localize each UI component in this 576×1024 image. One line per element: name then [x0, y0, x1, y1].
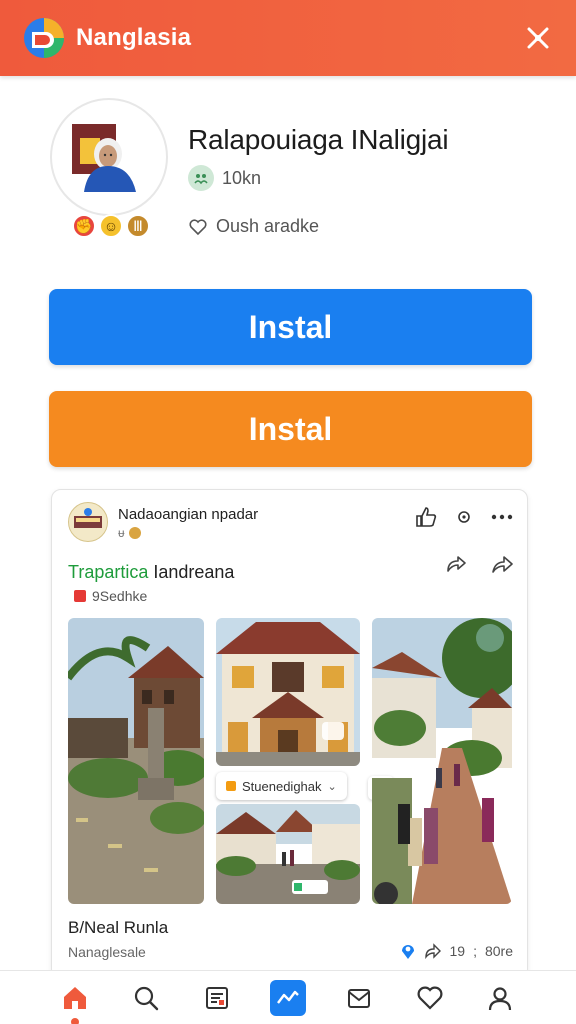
post-card: Nadaoangian npadar ᵾ Trapartica Iandrean… — [51, 489, 528, 979]
home-icon — [64, 986, 87, 1009]
post-tag[interactable]: 9Sedhke — [74, 588, 147, 604]
activity-icon — [276, 990, 299, 1004]
globe-icon — [128, 527, 141, 539]
followers-row: 10kn — [188, 165, 261, 191]
nav-search[interactable] — [128, 980, 164, 1016]
post-meta: ᵾ — [118, 526, 141, 540]
photo-label-chip[interactable]: Stuenedighak ⌄ — [216, 772, 347, 800]
post-photo-2[interactable] — [216, 618, 360, 766]
reaction-list: ✊ ☺ Ⅲ — [72, 214, 150, 238]
settings-small-icon[interactable] — [451, 504, 477, 530]
tag-icon — [74, 590, 86, 602]
post-stats: 19 ; 80re — [400, 942, 513, 960]
badge-icon[interactable]: Ⅲ — [126, 214, 150, 238]
followers-icon — [188, 165, 214, 191]
inbox-icon — [347, 988, 370, 1008]
nav-home[interactable] — [57, 980, 93, 1024]
laugh-icon[interactable]: ☺ — [99, 214, 123, 238]
search-icon — [135, 986, 159, 1010]
avatar-image — [72, 124, 136, 192]
heart-outline-icon — [189, 218, 207, 235]
stats-count-b: 80re — [484, 943, 513, 959]
post-photo-4[interactable] — [372, 618, 512, 904]
location-text: Oush aradke — [216, 216, 320, 236]
post-photo-1[interactable] — [68, 618, 204, 904]
post-title-highlight: Trapartica — [68, 562, 149, 582]
profile-icon — [489, 986, 512, 1010]
followers-count: 10kn — [222, 167, 262, 188]
chip-icon — [226, 781, 236, 791]
nav-profile[interactable] — [482, 980, 518, 1016]
chevron-down-icon: ⌄ — [327, 780, 337, 793]
bottom-nav — [0, 970, 576, 1024]
app-header: Nanglasia — [0, 0, 576, 76]
location-row: Oush aradke — [188, 216, 319, 237]
post-tag-text: 9Sedhke — [92, 588, 148, 604]
nav-favorites[interactable] — [412, 980, 448, 1016]
photo-overlay-badge — [322, 722, 344, 740]
nav-feed[interactable] — [199, 980, 235, 1016]
more-icon[interactable] — [489, 504, 515, 530]
chip-label: Stuenedighak — [242, 778, 322, 794]
post-meta-text: ᵾ — [118, 526, 125, 540]
stats-separator: ; — [473, 943, 477, 959]
angry-icon[interactable]: ✊ — [72, 214, 96, 238]
share-icon[interactable] — [489, 552, 515, 578]
nav-activity[interactable] — [269, 979, 306, 1016]
install-button-primary[interactable]: Instal — [49, 289, 532, 365]
post-author-name[interactable]: Nadaoangian npadar — [118, 506, 258, 523]
app-title: Nanglasia — [76, 24, 192, 51]
app-logo-icon — [22, 16, 66, 60]
active-dot — [71, 1017, 80, 1024]
heart-icon — [417, 986, 443, 1010]
profile-name: Ralapouiaga INaligjai — [188, 124, 449, 155]
post-subcaption: Nanaglesale — [68, 944, 146, 960]
post-caption: B/Neal Runla — [68, 918, 169, 937]
like-icon[interactable] — [413, 504, 439, 530]
profile-avatar[interactable] — [50, 98, 168, 216]
feed-icon — [206, 986, 229, 1009]
install-button-secondary[interactable]: Instal — [49, 391, 532, 467]
nav-inbox[interactable] — [341, 980, 377, 1016]
post-title: Trapartica Iandreana — [68, 562, 234, 583]
post-title-rest: Iandreana — [148, 562, 235, 582]
share-actions — [443, 552, 515, 578]
repost-icon[interactable] — [443, 552, 469, 578]
comment-icon[interactable] — [424, 943, 442, 959]
close-button[interactable] — [522, 22, 554, 54]
post-photo-3[interactable] — [216, 804, 360, 904]
post-author-avatar[interactable] — [68, 502, 108, 542]
close-icon — [527, 27, 549, 49]
app-root: Nanglasia ✊ ☺ Ⅲ Ralapouiaga INaligjai 10… — [0, 0, 576, 1024]
stats-count-a: 19 — [449, 943, 466, 959]
location-pin-icon[interactable] — [400, 942, 416, 960]
post-top-actions — [413, 504, 515, 530]
